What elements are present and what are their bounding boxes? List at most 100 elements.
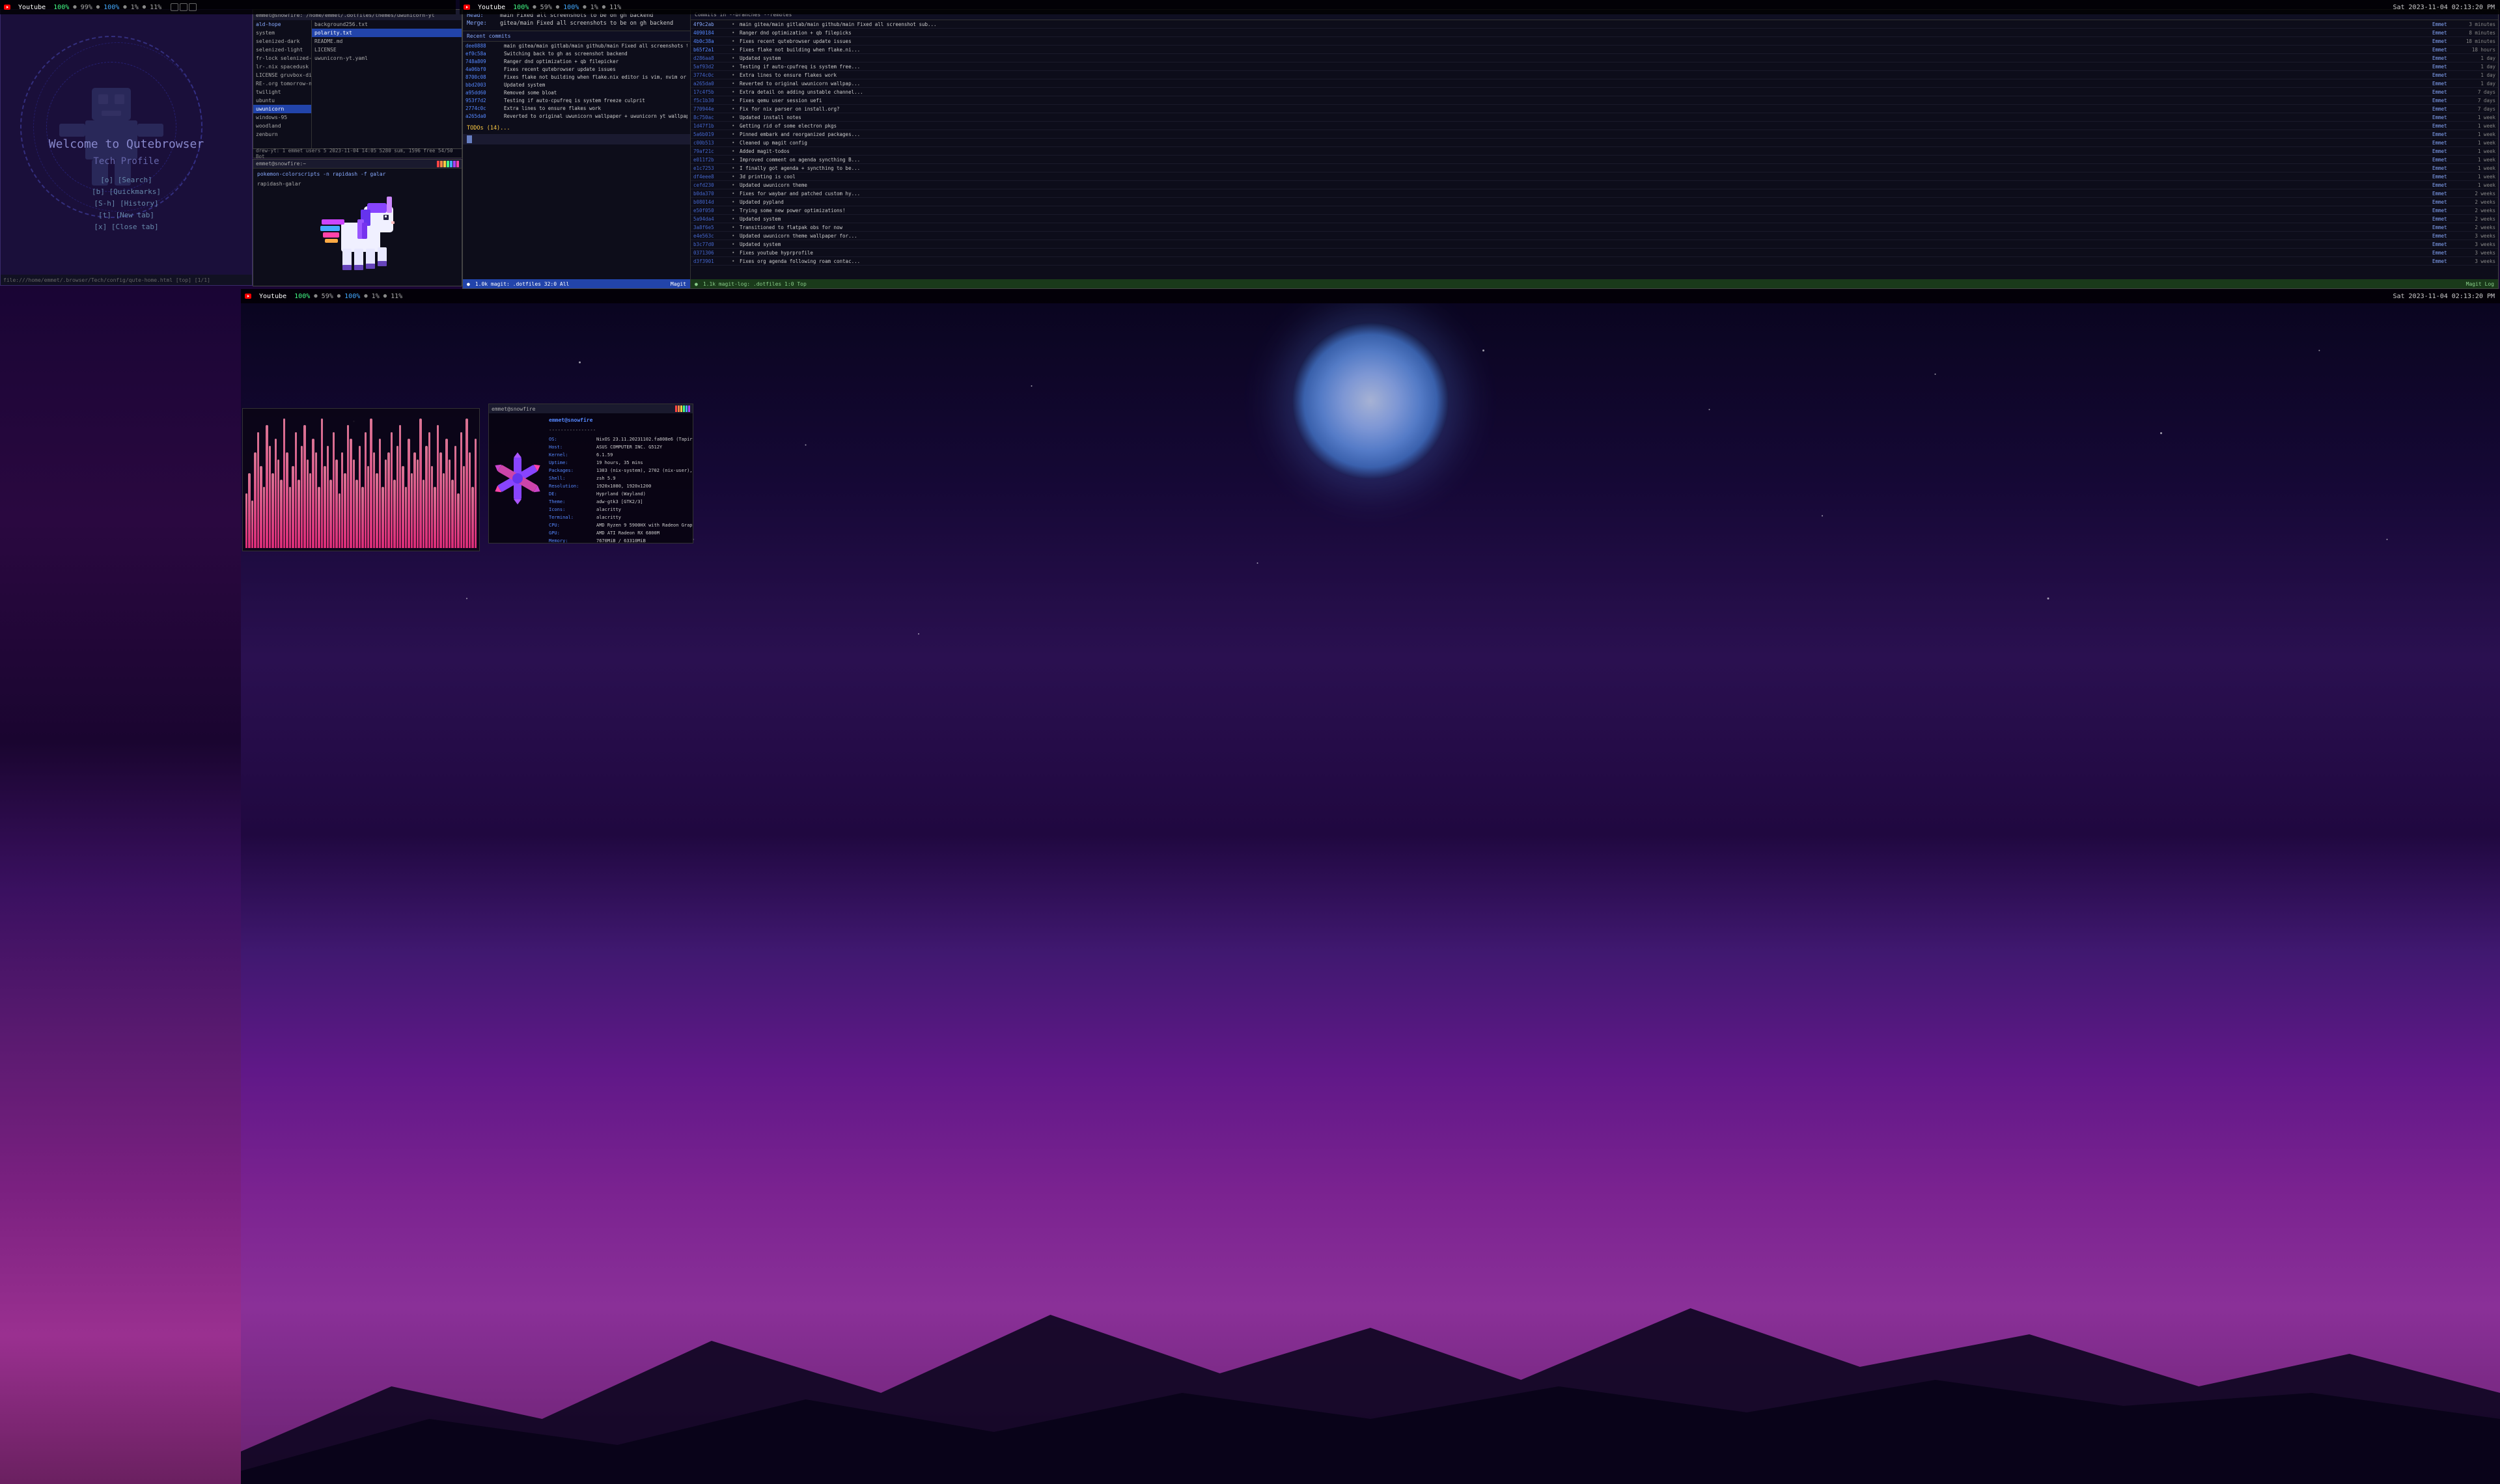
nav-history[interactable]: [S-h] [History]: [1, 198, 252, 210]
filemgr-item[interactable]: twilight: [253, 88, 311, 96]
git-log-row[interactable]: 8c750ac•Updated install notesEmmet1 week: [691, 113, 2498, 122]
visualizer-bar: [251, 501, 253, 549]
git-log-row[interactable]: 5af93d2•Testing if auto-cpufreq is syste…: [691, 62, 2498, 71]
git-log-row[interactable]: cefd230•Updated uwunicorn themeEmmet1 we…: [691, 181, 2498, 189]
git-log-row[interactable]: e1c7253•I finally got agenda + syncthing…: [691, 164, 2498, 172]
filemgr-item[interactable]: LICENSEgruvbox-dirt: [253, 71, 311, 79]
filemgr-item[interactable]: selenized-dark: [253, 37, 311, 46]
git-log-row[interactable]: e50f050•Trying some new power optimizati…: [691, 206, 2498, 215]
git-commit-row[interactable]: 2774c0cExtra lines to ensure flakes work: [463, 104, 690, 112]
visualizer-bar: [431, 466, 433, 548]
log-bullet: •: [732, 21, 737, 27]
filemgr-item[interactable]: ald-hope: [253, 20, 311, 29]
visualizer-bar: [454, 446, 456, 549]
filemgr-item[interactable]: fr-lockselenized-light: [253, 54, 311, 62]
git-log-row[interactable]: 4b0c38a•Fixes recent qutebrowser update …: [691, 37, 2498, 46]
git-log-row[interactable]: f5c1b30•Fixes qemu user session uefiEmme…: [691, 96, 2498, 105]
git-commit-row[interactable]: bbd2003Updated system: [463, 81, 690, 89]
log-bullet: •: [732, 148, 737, 154]
git-commit-row[interactable]: 748a809Ranger dnd optimization + qb file…: [463, 57, 690, 65]
nav-newtab[interactable]: [t] [New tab]: [1, 210, 252, 221]
nav-quickmarks[interactable]: [b] [Quickmarks]: [1, 186, 252, 198]
visualizer-bar: [344, 473, 346, 549]
log-author: Emmet: [2432, 148, 2457, 154]
commit-hash: ef0c58a: [465, 51, 501, 57]
log-time: 2 weeks: [2460, 191, 2495, 197]
git-log-row[interactable]: e011f2b•Improved comment on agenda synct…: [691, 156, 2498, 164]
cpu-left: 100%: [100, 4, 123, 11]
git-log-row[interactable]: 4f9c2ab•main gitea/main gitlab/main gith…: [691, 20, 2498, 29]
filemgr-item-active[interactable]: uwunicorn: [253, 105, 311, 113]
neofetch-titlebar: emmet@snowfire: [489, 404, 693, 413]
log-author: Emmet: [2432, 174, 2457, 180]
filemgr-item[interactable]: lr-.nixspacedusk: [253, 62, 311, 71]
git-log-row[interactable]: 4090184•Ranger dnd optimization + qb fil…: [691, 29, 2498, 37]
neofetch-field: Host:ASUS COMPUTER INC. G512Y: [549, 443, 693, 451]
filemgr-statusbar: drew-yt: 1 emmet users 5 2023-11-04 14:0…: [253, 149, 462, 158]
filemgr-file[interactable]: README.md: [312, 37, 462, 46]
git-commit-row[interactable]: a95dd60Removed some bloat: [463, 89, 690, 96]
git-log-row[interactable]: 5a6b019•Pinned embark and reorganized pa…: [691, 130, 2498, 139]
filemgr-item[interactable]: selenized-light: [253, 46, 311, 54]
git-commit-row[interactable]: 8700c08Fixes flake not building when fla…: [463, 73, 690, 81]
git-log-row[interactable]: b0da370•Fixes for waybar and patched cus…: [691, 189, 2498, 198]
app-label-bottom: Youtube: [255, 293, 290, 300]
visualizer-bar: [367, 466, 369, 548]
git-commit-row[interactable]: ef0c58aSwitching back to gh as screensho…: [463, 49, 690, 57]
log-msg: Ranger dnd optimization + qb filepicks: [740, 30, 2430, 36]
git-log-row[interactable]: 3774c0c•Extra lines to ensure flakes wor…: [691, 71, 2498, 79]
window-control-1[interactable]: [171, 3, 178, 11]
log-author: Emmet: [2432, 72, 2457, 78]
log-author: Emmet: [2432, 30, 2457, 36]
git-log-row[interactable]: e4e563c•Updated uwunicorn theme wallpape…: [691, 232, 2498, 240]
git-log-row[interactable]: d3f3901•Fixes org agenda following roam …: [691, 257, 2498, 266]
log-hash: a265da0: [693, 81, 729, 87]
visualizer-bar: [373, 452, 375, 548]
git-log-row[interactable]: df4eee8•3d printing is coolEmmet1 week: [691, 172, 2498, 181]
git-log-row[interactable]: b3c77d0•Updated systemEmmet3 weeks: [691, 240, 2498, 249]
git-log-row[interactable]: b65f2a1•Fixes flake not building when fl…: [691, 46, 2498, 54]
neofetch-field: OS:NixOS 23.11.20231102.fa808e6 (Tapir) …: [549, 435, 693, 443]
git-log-row[interactable]: 3a8f6e5•Transitioned to flatpak obs for …: [691, 223, 2498, 232]
git-log-row[interactable]: 770944e•Fix for nix parser on install.or…: [691, 105, 2498, 113]
window-control-2[interactable]: [180, 3, 188, 11]
log-hash: 5af93d2: [693, 64, 729, 70]
git-log-row[interactable]: 5a94da4•Updated systemEmmet2 weeks: [691, 215, 2498, 223]
filemgr-item[interactable]: zenburn: [253, 130, 311, 139]
filemgr-item[interactable]: windows-95: [253, 113, 311, 122]
git-log-row[interactable]: 1d47f1b•Getting rid of some electron pkg…: [691, 122, 2498, 130]
commit-message: Updated system: [504, 82, 688, 88]
git-commit-row[interactable]: 4a06bf0Fixes recent qutebrowser update i…: [463, 65, 690, 73]
filemgr-item[interactable]: RE-.orgtomorrow-night: [253, 79, 311, 88]
git-commit-row[interactable]: 953f7d2Testing if auto-cpufreq is system…: [463, 96, 690, 104]
visualizer-bar: [341, 452, 343, 548]
git-log-row[interactable]: 0371306•Fixes youtube hyprprofileEmmet3 …: [691, 249, 2498, 257]
filemgr-item[interactable]: ubuntu: [253, 96, 311, 105]
log-time: 1 day: [2460, 55, 2495, 61]
filemgr-file[interactable]: background256.txt: [312, 20, 462, 29]
filemgr-file[interactable]: LICENSE: [312, 46, 462, 54]
log-hash: d286aa8: [693, 55, 729, 61]
nav-search[interactable]: [o] [Search]: [1, 174, 252, 186]
filemgr-file[interactable]: uwunicorn-yt.yaml: [312, 54, 462, 62]
git-log-row[interactable]: 17c4f5b•Extra detail on adding unstable …: [691, 88, 2498, 96]
visualizer-bar: [475, 439, 477, 548]
filemgr-item[interactable]: system: [253, 29, 311, 37]
git-commit-row[interactable]: a265da0Reverted to original uwunicorn wa…: [463, 112, 690, 120]
log-msg: Fixes org agenda following roam contac..…: [740, 258, 2430, 264]
git-commit-row[interactable]: dee0888main gitea/main gitlab/main githu…: [463, 42, 690, 49]
filemgr-file-active[interactable]: polarity.txt: [312, 29, 462, 37]
filemgr-item[interactable]: woodland: [253, 122, 311, 130]
window-control-3[interactable]: [189, 3, 197, 11]
git-log-row[interactable]: c00b513•Cleaned up magit configEmmet1 we…: [691, 139, 2498, 147]
git-log-row[interactable]: d286aa8•Updated systemEmmet1 day: [691, 54, 2498, 62]
git-log-row[interactable]: b08014d•Updated pyplandEmmet2 weeks: [691, 198, 2498, 206]
neofetch-field: Uptime:19 hours, 35 mins: [549, 459, 693, 467]
nav-closetab[interactable]: [x] [Close tab]: [1, 221, 252, 233]
log-bullet: •: [732, 140, 737, 146]
commit-hash: a95dd60: [465, 90, 501, 96]
git-log-row[interactable]: a265da0•Reverted to original uwunicorn w…: [691, 79, 2498, 88]
git-log-row[interactable]: 79af21c•Added magit-todosEmmet1 week: [691, 147, 2498, 156]
visualizer-bar: [318, 487, 320, 549]
log-author: Emmet: [2432, 258, 2457, 264]
